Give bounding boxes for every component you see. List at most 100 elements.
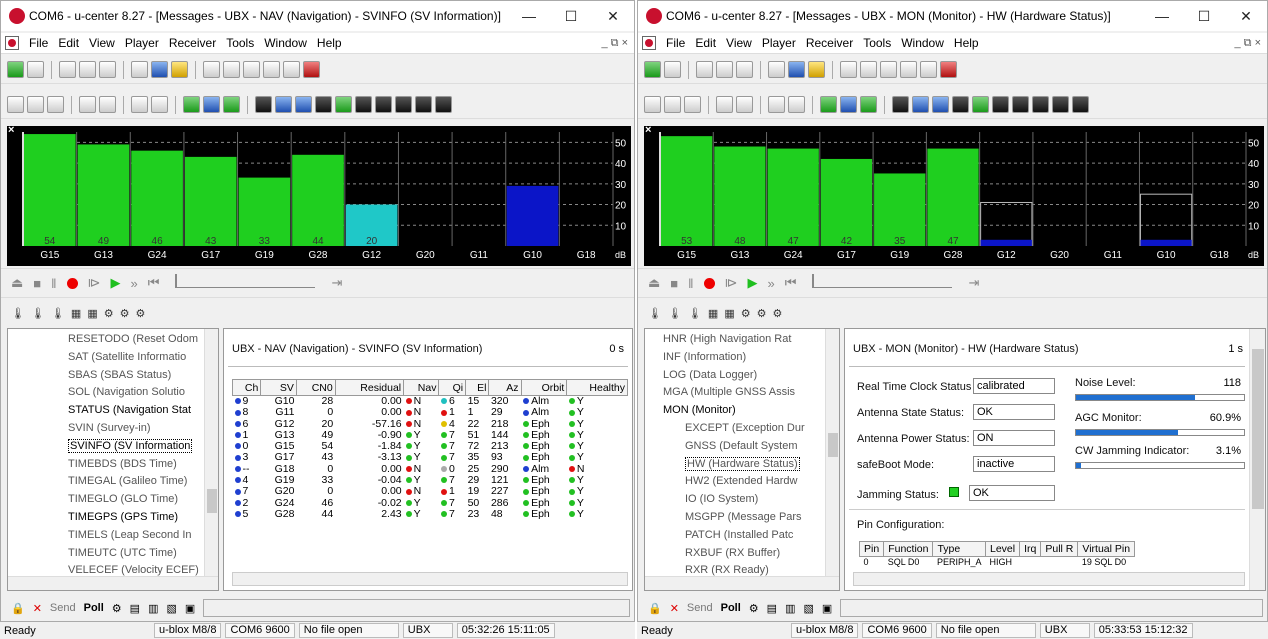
close-button[interactable]: ✕ — [1225, 8, 1267, 25]
gear2-icon[interactable]: ⚙ — [757, 307, 767, 320]
tree-item[interactable]: SVIN (Survey-in) — [68, 420, 218, 438]
tree-item[interactable]: MGA (Multiple GNSS Assis — [663, 384, 839, 402]
multi2-icon[interactable]: ▦ — [724, 307, 734, 320]
maximize-button[interactable]: ☐ — [1183, 8, 1225, 25]
document-icon[interactable] — [5, 36, 19, 50]
warm-icon[interactable]: 🌡 — [31, 307, 45, 320]
send-button[interactable]: Send — [50, 602, 76, 614]
bar-chart-icon[interactable] — [860, 96, 877, 113]
command-input[interactable] — [203, 599, 630, 617]
connection-icon[interactable] — [7, 61, 24, 78]
rewind-icon[interactable]: ⏮ — [785, 275, 797, 291]
bar-chart-icon[interactable] — [223, 96, 240, 113]
table-icon[interactable] — [788, 96, 805, 113]
mdi-controls[interactable]: _ ⧉ × — [1234, 37, 1267, 50]
pin-column-header[interactable]: Level — [984, 541, 1021, 557]
docking-icon[interactable] — [7, 96, 24, 113]
eject-icon[interactable]: ⏏ — [11, 275, 23, 291]
warm-icon[interactable]: 🌡 — [668, 307, 682, 320]
fast-forward-icon[interactable]: » — [768, 276, 775, 291]
menu-window[interactable]: Window — [259, 36, 312, 50]
multi2-icon[interactable]: ▦ — [87, 307, 97, 320]
tree-item[interactable]: PATCH (Installed Patc — [663, 527, 839, 545]
menu-player[interactable]: Player — [120, 36, 164, 50]
map-icon[interactable] — [932, 96, 949, 113]
window-icon[interactable]: ▣ — [185, 602, 195, 615]
signal-icon[interactable] — [335, 96, 352, 113]
signal-icon[interactable] — [972, 96, 989, 113]
pause-icon[interactable]: ‖ — [51, 276, 56, 291]
chart-icon[interactable] — [820, 96, 837, 113]
pin-column-header[interactable]: Virtual Pin — [1077, 541, 1136, 557]
fast-forward-icon[interactable]: » — [131, 276, 138, 291]
menu-receiver[interactable]: Receiver — [164, 36, 221, 50]
close-icon[interactable]: × — [645, 124, 651, 136]
player-slider[interactable] — [812, 274, 953, 288]
map-icon[interactable] — [295, 96, 312, 113]
paste-icon[interactable] — [283, 61, 300, 78]
window-icon[interactable]: ▣ — [822, 602, 832, 615]
data-icon[interactable] — [355, 96, 372, 113]
pin-column-header[interactable]: Type — [932, 541, 986, 557]
info-icon[interactable] — [1072, 96, 1089, 113]
copy-icon[interactable] — [900, 61, 917, 78]
tree-scrollbar[interactable] — [204, 329, 218, 590]
close-button[interactable]: ✕ — [592, 8, 634, 25]
lock-icon[interactable]: 🔒 — [11, 602, 25, 615]
statistics-icon[interactable] — [131, 96, 148, 113]
print-icon[interactable] — [203, 61, 220, 78]
tree-item[interactable]: TIMEGAL (Galileo Time) — [68, 473, 218, 491]
disconnect-icon[interactable] — [716, 61, 733, 78]
copy-icon[interactable] — [263, 61, 280, 78]
menu-edit[interactable]: Edit — [53, 36, 84, 50]
pane-hscrollbar[interactable] — [232, 572, 628, 586]
packet-console-icon[interactable] — [716, 96, 733, 113]
satellite-icon[interactable] — [395, 96, 412, 113]
tree-item[interactable]: INF (Information) — [663, 349, 839, 367]
step-icon[interactable]: ⧐ — [88, 275, 101, 291]
gauge-icon[interactable] — [315, 96, 332, 113]
multi-icon[interactable]: ▦ — [708, 307, 718, 320]
menu-file[interactable]: File — [24, 36, 53, 50]
eject-icon[interactable]: ⏏ — [648, 275, 660, 291]
table-row[interactable]: 7 G20 0 0.00 N 1 19 227 Eph Y — [233, 486, 628, 497]
pane-scrollbar[interactable] — [1249, 329, 1265, 590]
menu-help[interactable]: Help — [949, 36, 984, 50]
gear-icon[interactable]: ⚙ — [104, 307, 114, 320]
docking2-icon[interactable] — [27, 96, 44, 113]
tree-item[interactable]: EXCEPT (Exception Dur — [663, 420, 839, 438]
cut-icon[interactable] — [880, 61, 897, 78]
play-icon[interactable]: ▶ — [748, 275, 758, 291]
delete-icon[interactable]: ✕ — [33, 602, 42, 615]
tree-hscrollbar[interactable] — [645, 576, 839, 590]
list-icon[interactable]: ▥ — [148, 602, 158, 615]
pin-column-header[interactable]: Function — [883, 541, 934, 557]
tree-item[interactable]: HW (Hardware Status) — [663, 456, 839, 474]
gear3-icon[interactable]: ⚙ — [772, 307, 782, 320]
gauge-icon[interactable] — [952, 96, 969, 113]
tree-item[interactable]: STATUS (Navigation Stat — [68, 402, 218, 420]
close-icon[interactable]: × — [8, 124, 14, 136]
pin-column-header[interactable]: Pull R — [1040, 541, 1079, 557]
new-icon[interactable] — [768, 61, 785, 78]
doc-icon[interactable]: ▤ — [130, 602, 140, 615]
minimize-button[interactable]: — — [508, 8, 550, 24]
delete-icon[interactable]: ✕ — [670, 602, 679, 615]
pane-hscrollbar[interactable] — [853, 572, 1245, 586]
cold-icon[interactable]: 🌡 — [688, 307, 702, 320]
autobaud-icon[interactable] — [59, 61, 76, 78]
docking3-icon[interactable] — [47, 96, 64, 113]
config-icon[interactable]: ⚙ — [749, 602, 759, 615]
debug-icon[interactable] — [303, 61, 320, 78]
docking-icon[interactable] — [644, 96, 661, 113]
tree-item[interactable]: SOL (Navigation Solutio — [68, 384, 218, 402]
document-icon[interactable] — [642, 36, 656, 50]
menu-help[interactable]: Help — [312, 36, 347, 50]
histogram-icon[interactable] — [840, 96, 857, 113]
menu-edit[interactable]: Edit — [690, 36, 721, 50]
tree-item[interactable]: SAT (Satellite Informatio — [68, 349, 218, 367]
menu-view[interactable]: View — [721, 36, 757, 50]
open-icon[interactable] — [171, 61, 188, 78]
column-header[interactable]: El — [465, 379, 490, 396]
cut-icon[interactable] — [243, 61, 260, 78]
